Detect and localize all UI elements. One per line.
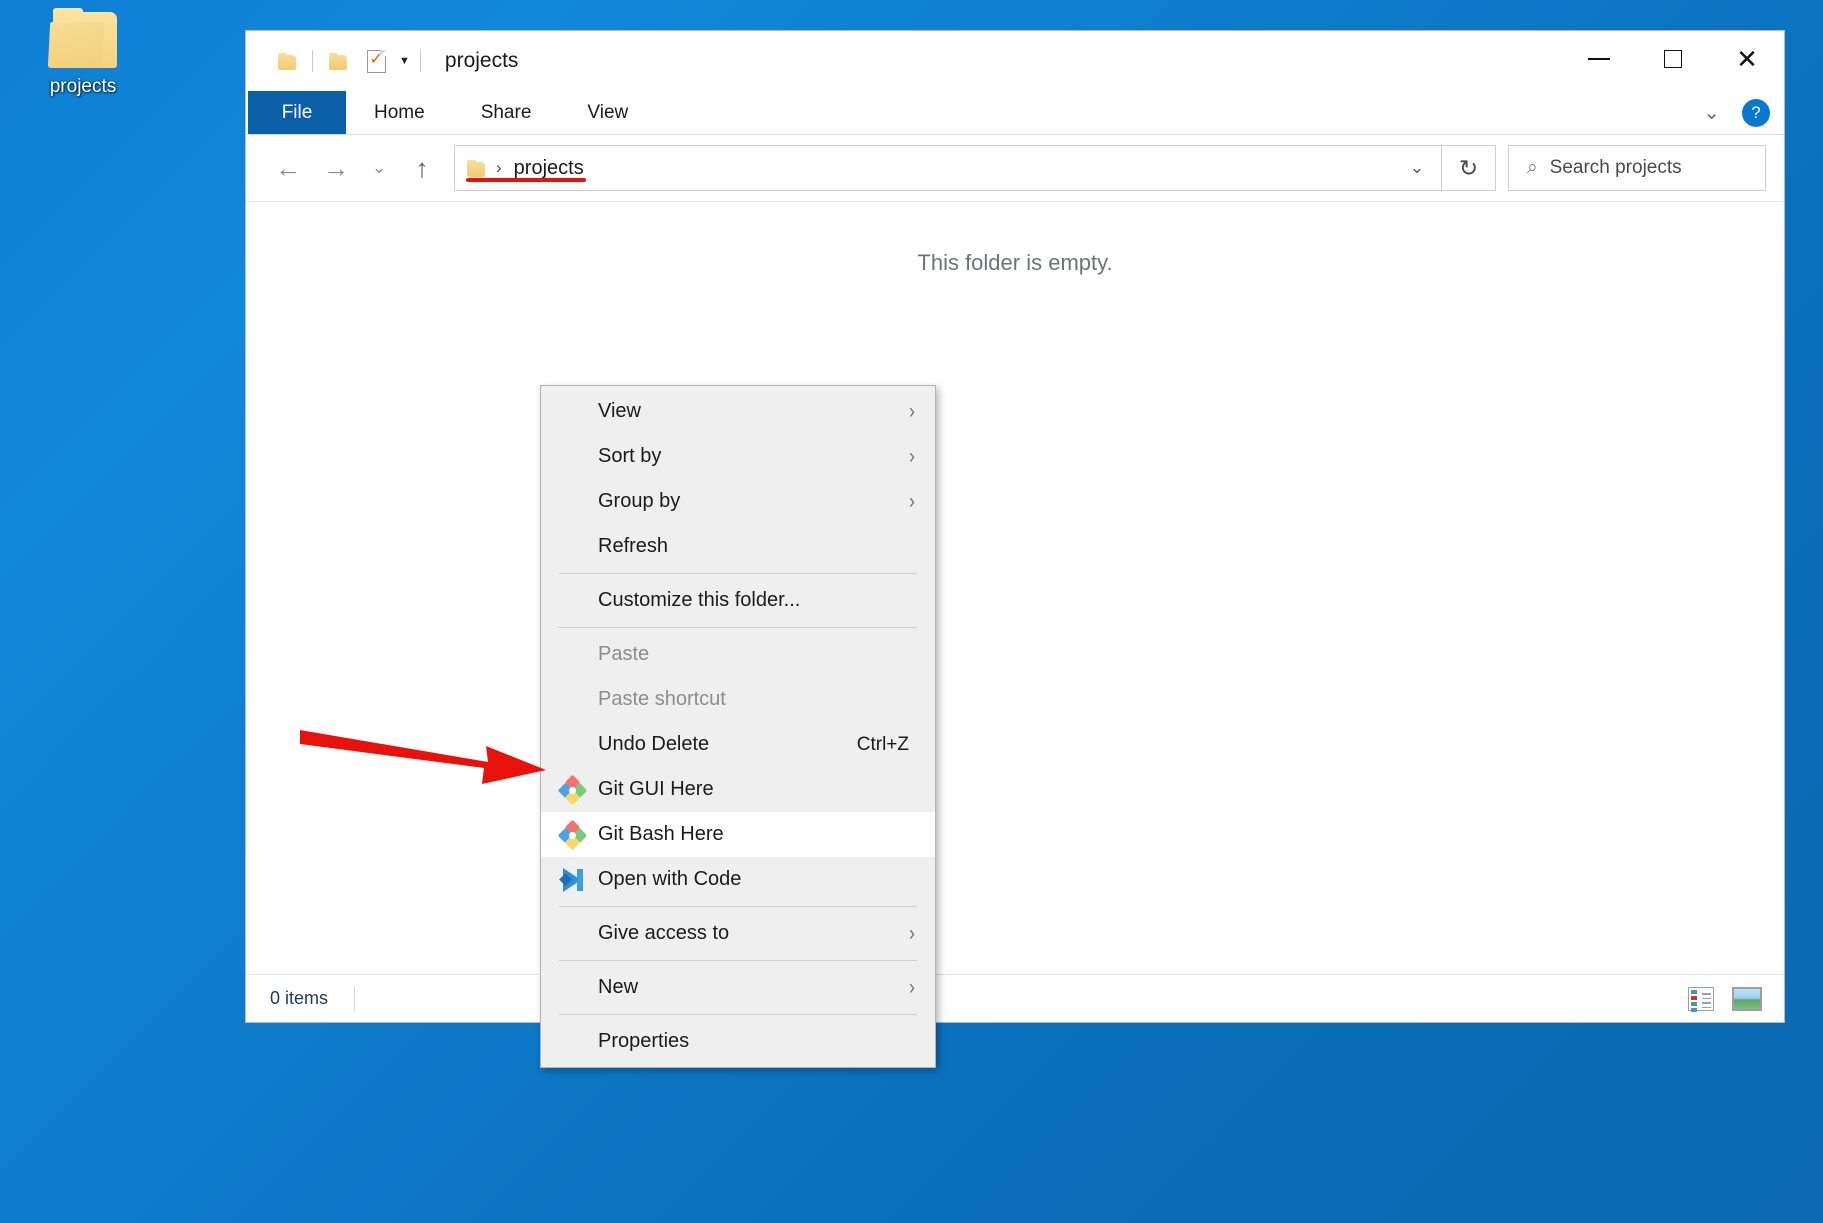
menu-item-open-with-code[interactable]: Open with Code (541, 857, 935, 902)
menu-item-shortcut: Ctrl+Z (856, 733, 909, 755)
thumbnail-view-icon[interactable] (1732, 986, 1762, 1011)
maximize-button[interactable] (1636, 31, 1710, 87)
chevron-right-icon: › (908, 921, 915, 945)
menu-item-label: Customize this folder... (598, 589, 801, 611)
menu-item-label: Open with Code (598, 868, 742, 890)
back-button[interactable]: ← (264, 144, 312, 192)
search-placeholder: Search projects (1549, 157, 1682, 178)
menu-item-label: Undo Delete (598, 733, 710, 755)
menu-item-git-bash-here[interactable]: Git Bash Here (541, 812, 935, 857)
menu-divider (559, 960, 917, 961)
search-box[interactable]: ⌕ Search projects (1508, 145, 1766, 191)
menu-item-label: Git Bash Here (598, 823, 724, 845)
menu-item-label: Give access to (598, 922, 730, 944)
vscode-icon (559, 867, 585, 893)
up-button[interactable]: ↑ (398, 144, 446, 192)
window-controls: ✕ (1562, 31, 1784, 87)
chevron-right-icon: › (908, 975, 915, 999)
title-bar: ▼ projects ✕ (246, 31, 1784, 91)
close-button[interactable]: ✕ (1710, 31, 1784, 87)
item-count: 0 items (270, 988, 329, 1008)
menu-item-git-gui-here[interactable]: Git GUI Here (541, 767, 935, 812)
breadcrumb-separator-icon: › (496, 158, 502, 177)
menu-item-give-access-to[interactable]: Give access to › (541, 911, 935, 956)
qat-new-folder-icon[interactable] (319, 43, 357, 79)
details-view-icon[interactable] (1688, 986, 1714, 1012)
menu-item-sort-by[interactable]: Sort by › (541, 434, 935, 479)
address-bar[interactable]: › projects ⌄ (454, 145, 1442, 191)
menu-item-paste: Paste (541, 632, 935, 677)
search-icon: ⌕ (1527, 157, 1538, 178)
menu-item-customize-this-folder[interactable]: Customize this folder... (541, 578, 935, 623)
menu-item-paste-shortcut: Paste shortcut (541, 677, 935, 722)
address-bar-row: ← → ⌄ ↑ › projects ⌄ ↻ ⌕ Search projects (246, 135, 1784, 201)
file-list-area[interactable]: This folder is empty. (246, 201, 1784, 974)
git-icon (557, 774, 588, 805)
desktop-icon-label: projects (49, 76, 117, 97)
refresh-button[interactable]: ↻ (1442, 145, 1496, 191)
address-dropdown-caret-icon[interactable]: ⌄ (1393, 158, 1441, 178)
chevron-right-icon: › (908, 489, 915, 513)
empty-folder-message: This folder is empty. (917, 250, 1113, 275)
menu-divider (559, 627, 917, 628)
menu-item-label: Paste (598, 643, 650, 665)
tab-file[interactable]: File (248, 91, 346, 134)
menu-divider (559, 1014, 917, 1015)
menu-item-label: Properties (598, 1030, 690, 1052)
desktop-folder-icon-projects[interactable]: projects (18, 8, 148, 98)
minimize-button[interactable] (1562, 31, 1636, 87)
tab-share[interactable]: Share (453, 91, 560, 134)
chevron-right-icon: › (908, 399, 915, 423)
tab-view[interactable]: View (559, 91, 656, 134)
qat-customize-caret-icon[interactable]: ▼ (395, 55, 414, 67)
menu-item-label: View (598, 400, 641, 422)
menu-item-new[interactable]: New › (541, 965, 935, 1010)
menu-item-group-by[interactable]: Group by › (541, 479, 935, 524)
menu-item-refresh[interactable]: Refresh (541, 524, 935, 569)
menu-item-label: Paste shortcut (598, 688, 726, 710)
qat-divider-2 (419, 50, 421, 72)
qat-divider (312, 50, 313, 72)
qat-properties-icon[interactable] (357, 43, 395, 79)
menu-item-label: New (598, 976, 639, 998)
folder-icon (47, 8, 119, 70)
git-icon (557, 819, 588, 850)
menu-item-view[interactable]: View › (541, 389, 935, 434)
expand-ribbon-chevron-down-icon[interactable]: ⌄ (1703, 100, 1720, 125)
status-divider (354, 986, 356, 1011)
menu-item-properties[interactable]: Properties (541, 1019, 935, 1064)
status-bar: 0 items (246, 974, 1784, 1022)
recent-locations-button[interactable]: ⌄ (360, 144, 398, 192)
menu-item-label: Refresh (598, 535, 669, 557)
address-folder-icon (467, 159, 486, 177)
forward-button[interactable]: → (312, 144, 360, 192)
ribbon-tabs: File Home Share View ⌄ ? (246, 91, 1784, 135)
menu-item-undo-delete[interactable]: Undo Delete Ctrl+Z (541, 722, 935, 767)
menu-divider (559, 906, 917, 907)
menu-item-label: Group by (598, 490, 681, 512)
arrow-annotation (300, 730, 546, 784)
qat-folder-icon[interactable] (268, 43, 306, 79)
help-button[interactable]: ? (1742, 98, 1770, 127)
menu-item-label: Sort by (598, 445, 662, 467)
window-title: projects (444, 49, 519, 72)
menu-divider (559, 573, 917, 574)
chevron-right-icon: › (908, 444, 915, 468)
quick-access-toolbar: ▼ (246, 43, 427, 79)
context-menu: View › Sort by › Group by › Refresh Cust… (540, 385, 936, 1068)
menu-item-label: Git GUI Here (598, 778, 714, 800)
breadcrumb-underline-annotation (466, 178, 586, 182)
tab-home[interactable]: Home (346, 91, 453, 134)
breadcrumb-projects[interactable]: projects (514, 157, 584, 180)
